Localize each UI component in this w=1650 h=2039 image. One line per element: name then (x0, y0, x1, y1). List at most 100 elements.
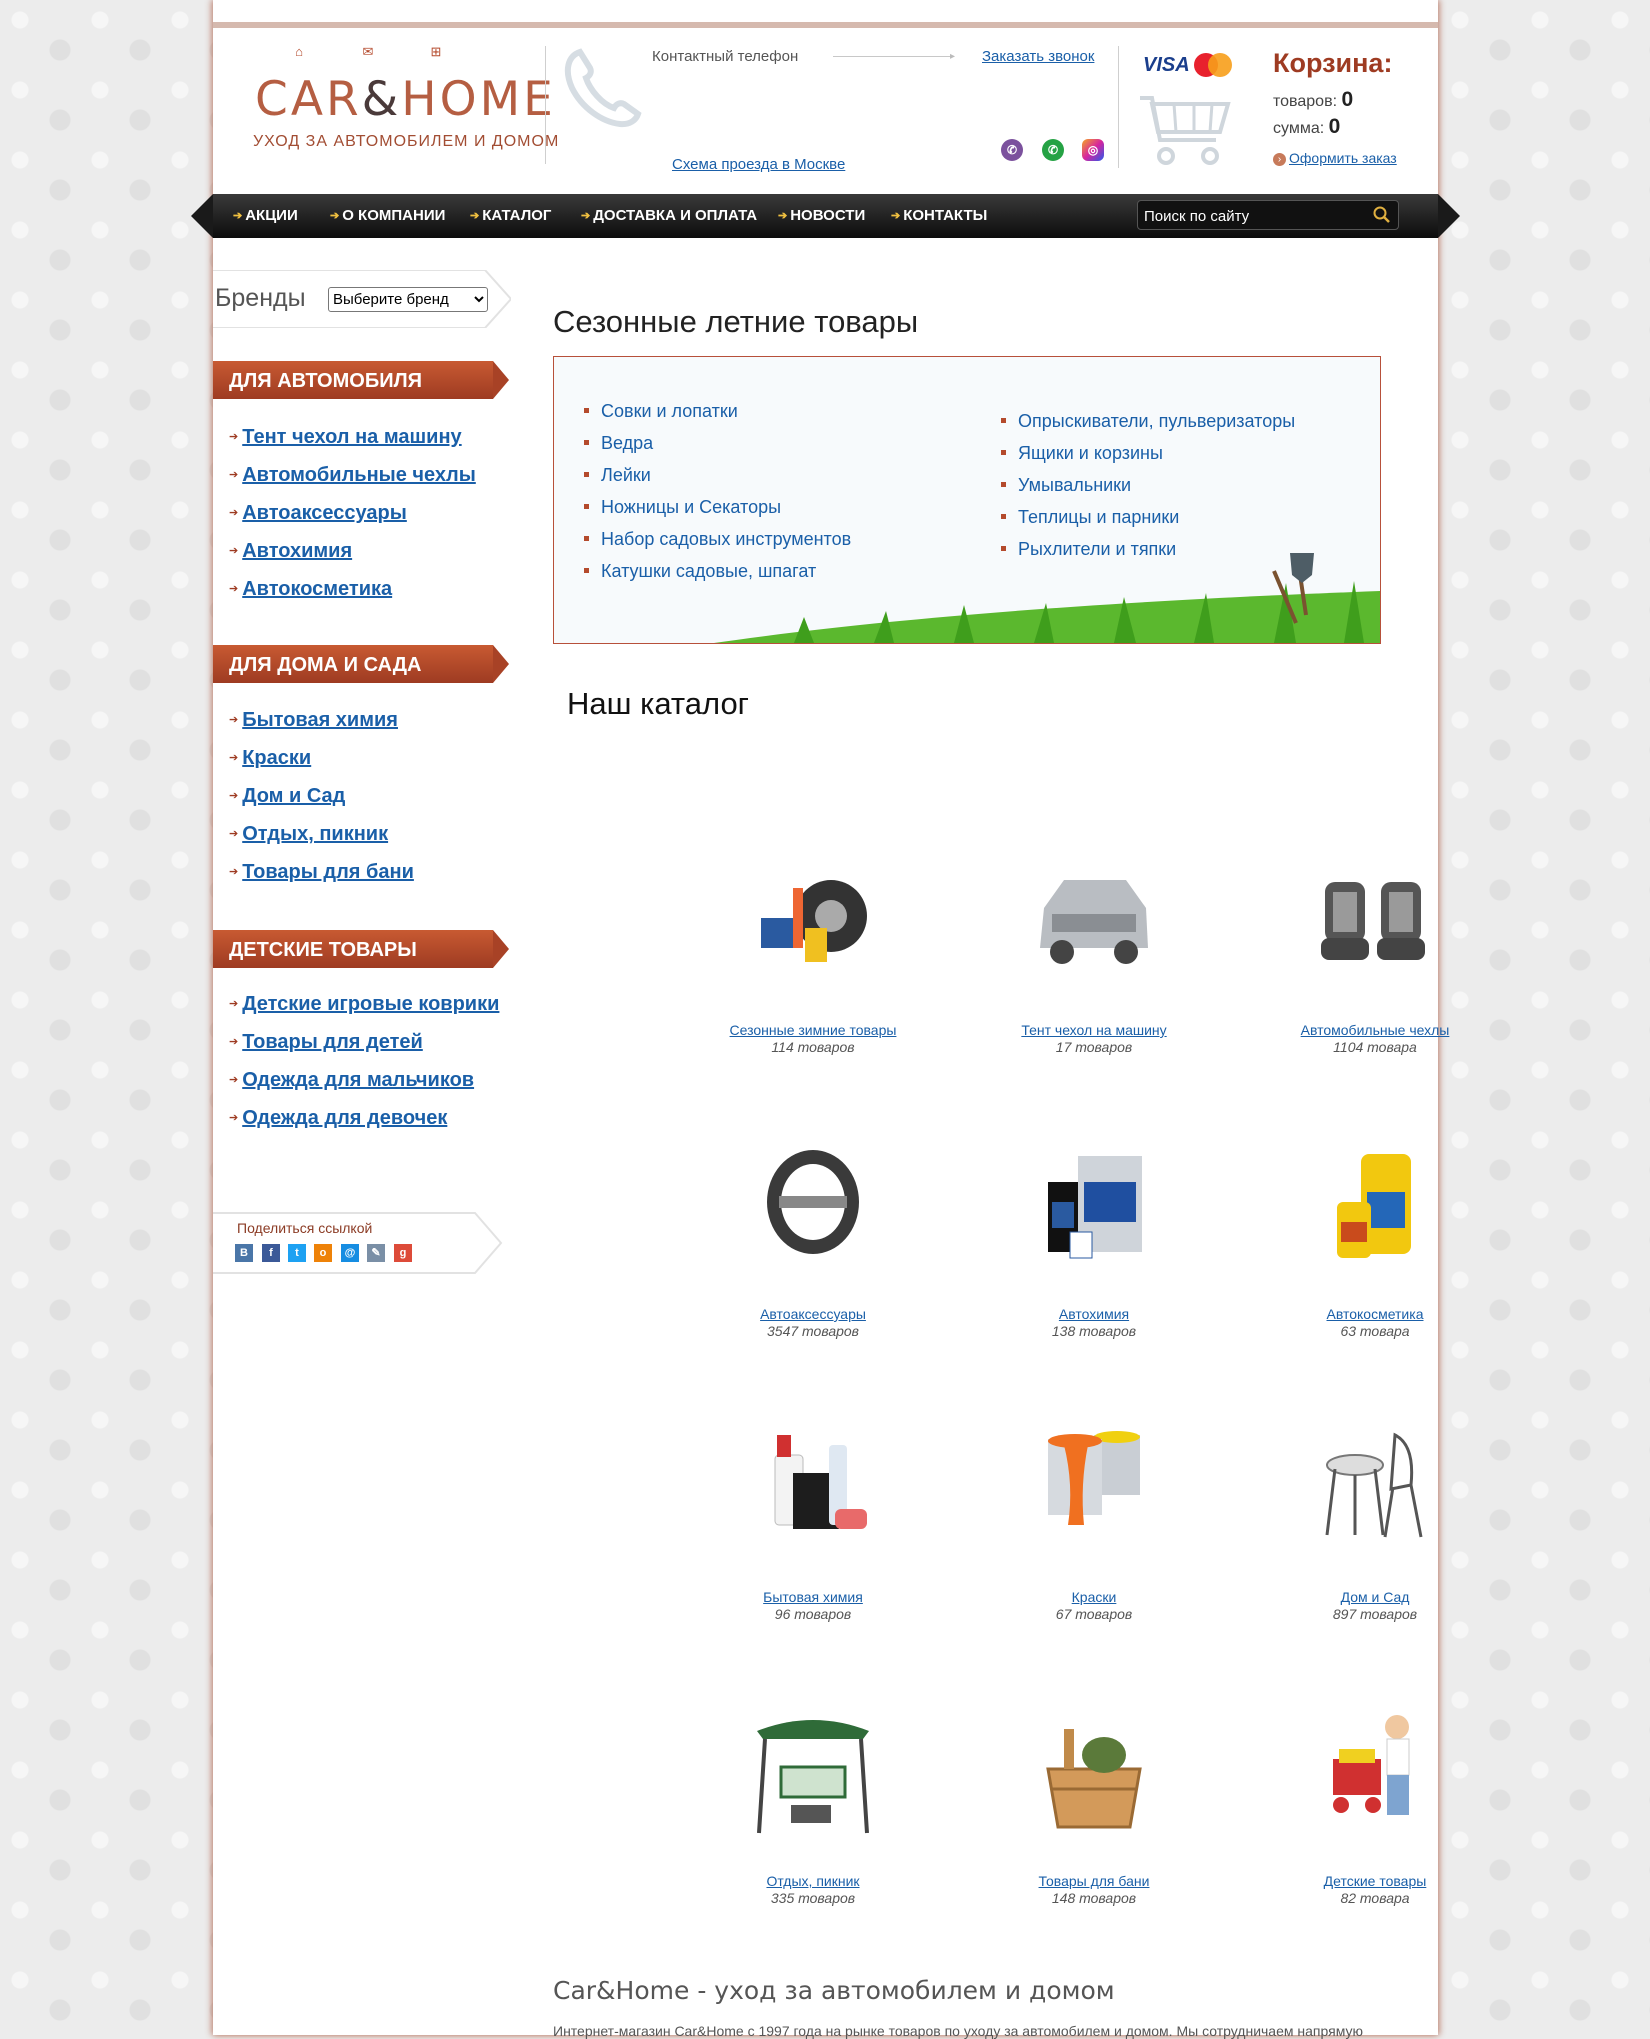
seasonal-item[interactable]: Совки и лопатки (584, 401, 738, 422)
seasonal-item[interactable]: Теплицы и парники (1001, 507, 1179, 528)
header-divider (545, 46, 546, 164)
catalog-item[interactable]: Бытовая химия 96 товаров (693, 1425, 933, 1665)
arrow-icon: ➔ (229, 998, 239, 1010)
nav-item-news[interactable]: ➔ НОВОСТИ (778, 207, 865, 224)
seasonal-item[interactable]: Ножницы и Секаторы (584, 497, 781, 518)
sidebar-item-home-garden[interactable]: ➔ Дом и Сад (229, 785, 345, 808)
arrow-icon: ➔ (229, 545, 239, 557)
car-cover-image (1040, 880, 1148, 964)
sidebar-item-paints[interactable]: ➔ Краски (229, 747, 311, 770)
twitter-icon[interactable]: t (288, 1244, 306, 1262)
instagram-icon[interactable]: ◎ (1082, 139, 1104, 161)
sidebar-item-girls-clothes[interactable]: ➔ Одежда для девочек (229, 1107, 447, 1130)
arrow-icon: ➔ (229, 1112, 239, 1124)
search-input[interactable] (1142, 204, 1361, 228)
checkout-link[interactable]: › Оформить заказ (1273, 150, 1397, 166)
share-label: Поделиться ссылкой (237, 1220, 373, 1236)
arrow-icon: ➔ (229, 507, 239, 519)
sidebar-item-auto-chemistry[interactable]: ➔ Автохимия (229, 540, 352, 563)
mail-icon[interactable]: ✉ (361, 45, 375, 58)
home-garden-image (1325, 1432, 1423, 1538)
odnoklassniki-icon[interactable]: o (314, 1244, 332, 1262)
seasonal-item[interactable]: Опрыскиватели, пульверизаторы (1001, 411, 1295, 432)
cart-icon[interactable] (1138, 92, 1234, 172)
nav-ribbon-right (1438, 194, 1460, 238)
arrow-icon: ➔ (229, 1074, 239, 1086)
arrow-icon: ➔ (229, 828, 239, 840)
sidebar-item-kids-goods[interactable]: ➔ Товары для детей (229, 1031, 423, 1054)
sidebar-item-seat-covers[interactable]: ➔ Автомобильные чехлы (229, 464, 476, 487)
seasonal-item[interactable]: Лейки (584, 465, 651, 486)
seat-covers-image (1321, 882, 1425, 960)
seasonal-item[interactable]: Умывальники (1001, 475, 1131, 496)
mastercard-logo (1194, 53, 1232, 77)
catalog-item[interactable]: Тент чехол на машину 17 товаров (974, 858, 1214, 1098)
catalog-item[interactable]: Краски 67 товаров (974, 1425, 1214, 1665)
arrow-icon: ➔ (229, 790, 239, 802)
home-icon[interactable]: ⌂ (292, 45, 306, 58)
arrow-icon: ➔ (229, 1036, 239, 1048)
seasonal-item[interactable]: Ящики и корзины (1001, 443, 1163, 464)
picnic-swing-image (757, 1720, 869, 1834)
main-nav: ➔ АКЦИИ ➔ О КОМПАНИИ ➔ КАТАЛОГ ➔ ДОСТАВКА И … (191, 194, 1460, 238)
logo[interactable]: CAR&HOME (255, 72, 556, 127)
arrow-icon: ➔ (229, 583, 239, 595)
page-container: ⌂ ✉ ⊞ CAR&HOME УХОД ЗА АВТОМОБИЛЕМ И ДОМ… (191, 0, 1460, 2039)
livejournal-icon[interactable]: ✎ (367, 1244, 385, 1262)
sidebar-item-picnic[interactable]: ➔ Отдых, пикник (229, 823, 388, 846)
winter-goods-image (761, 880, 867, 962)
google-plus-icon[interactable]: g (394, 1244, 412, 1262)
sidebar-item-household-chemistry[interactable]: ➔ Бытовая химия (229, 709, 398, 732)
vk-icon[interactable]: B (235, 1244, 253, 1262)
map-scheme-link[interactable]: Схема проезда в Москве (672, 156, 845, 173)
facebook-icon[interactable]: f (262, 1244, 280, 1262)
catalog-item[interactable]: Автоаксессуары 3547 товаров (693, 1142, 933, 1382)
nav-item-promotions[interactable]: ➔ АКЦИИ (233, 207, 298, 224)
catalog-item[interactable]: Сезонные зимние товары 114 товаров (693, 858, 933, 1098)
catalog-item[interactable]: Отдых, пикник 335 товаров (693, 1709, 933, 1949)
sidebar-item-sauna[interactable]: ➔ Товары для бани (229, 861, 414, 884)
section-head-kids: ДЕТСКИЕ ТОВАРЫ (213, 930, 509, 968)
arrow-icon: ▸ (950, 51, 956, 62)
seasonal-title: Сезонные летние товары (553, 304, 919, 339)
sidebar-item-car-cover[interactable]: ➔ Тент чехол на машину (229, 426, 462, 449)
sidebar-item-boys-clothes[interactable]: ➔ Одежда для мальчиков (229, 1069, 474, 1092)
header-divider-2 (1118, 46, 1119, 168)
catalog-title: Наш каталог (567, 686, 749, 721)
nav-item-about[interactable]: ➔ О КОМПАНИИ (330, 207, 445, 224)
arrow-icon: ➔ (229, 752, 239, 764)
brands-select[interactable]: Выберите бренд (328, 287, 488, 312)
arrow-icon: ➔ (229, 431, 239, 443)
sitemap-icon[interactable]: ⊞ (429, 45, 443, 58)
sidebar-item-auto-accessories[interactable]: ➔ Автоаксессуары (229, 502, 407, 525)
arrow-icon: ➔ (229, 469, 239, 481)
seasonal-item[interactable]: Набор садовых инструментов (584, 529, 851, 550)
sidebar-item-auto-cosmetics[interactable]: ➔ Автокосметика (229, 578, 392, 601)
catalog-item[interactable]: Товары для бани 148 товаров (974, 1709, 1214, 1949)
search-icon[interactable] (1372, 205, 1392, 225)
whatsapp-icon[interactable]: ✆ (1042, 139, 1064, 161)
catalog-item[interactable]: Дом и Сад 897 товаров (1255, 1425, 1495, 1665)
footer-text: Интернет-магазин Car&Home с 1997 года на… (553, 2023, 1363, 2039)
viber-icon[interactable]: ✆ (1001, 139, 1023, 161)
nav-ribbon-left (191, 194, 213, 238)
share-widget: Поделиться ссылкой B f t o @ ✎ g (213, 1212, 503, 1274)
callback-link[interactable]: Заказать звонок (982, 48, 1094, 65)
catalog-item[interactable]: Автохимия 138 товаров (974, 1142, 1214, 1382)
nav-item-contacts[interactable]: ➔ КОНТАКТЫ (891, 207, 987, 224)
section-head-auto: ДЛЯ АВТОМОБИЛЯ (213, 361, 509, 399)
nav-item-delivery[interactable]: ➔ ДОСТАВКА И ОПЛАТА (581, 207, 757, 224)
catalog-item[interactable]: Детские товары 82 товара (1255, 1709, 1495, 1949)
contact-label: Контактный телефон (652, 48, 799, 65)
catalog-item[interactable]: Автомобильные чехлы 1104 товара (1255, 858, 1495, 1098)
arrow-circle-icon: › (1273, 153, 1286, 166)
arrow-icon: ➔ (229, 714, 239, 726)
cart-items-count: товаров: 0 (1273, 88, 1354, 111)
catalog-item[interactable]: Автокосметика 63 товара (1255, 1142, 1495, 1382)
seasonal-item[interactable]: Ведра (584, 433, 653, 454)
sidebar-item-play-mats[interactable]: ➔ Детские игровые коврики (229, 993, 499, 1016)
kids-goods-image (1333, 1715, 1410, 1815)
mailru-icon[interactable]: @ (341, 1244, 359, 1262)
search-box (1137, 200, 1399, 230)
nav-item-catalog[interactable]: ➔ КАТАЛОГ (470, 207, 551, 224)
